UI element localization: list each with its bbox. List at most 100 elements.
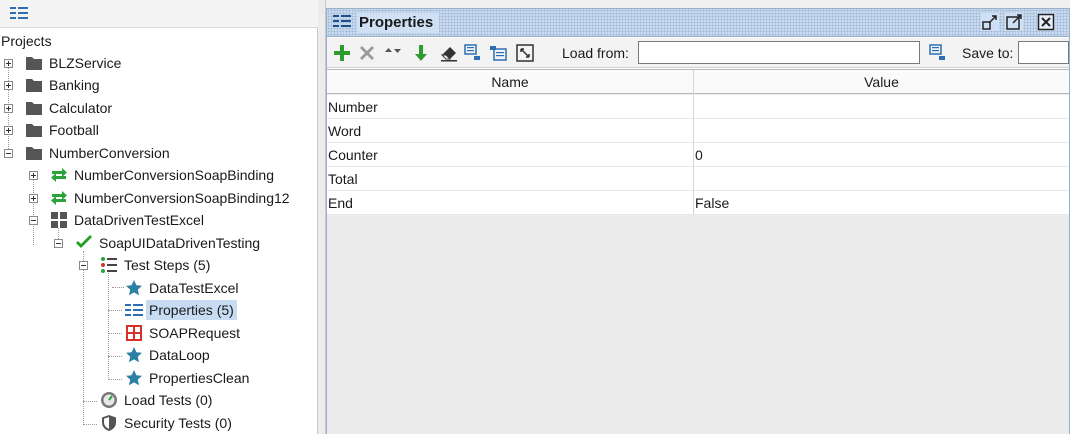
column-divider	[693, 70, 694, 215]
star-icon	[125, 279, 143, 297]
save-to-label: Save to:	[962, 45, 1014, 61]
tree-root-projects[interactable]: Projects	[0, 31, 120, 51]
tree-item-security-tests[interactable]: Security Tests (0)	[0, 413, 260, 433]
tree-item-label: DataTestExcel	[149, 280, 239, 296]
expand-icon[interactable]	[4, 59, 13, 68]
property-value-cell[interactable]	[694, 167, 1069, 191]
tree-item-step-datatestexcel[interactable]: DataTestExcel	[0, 278, 260, 298]
panel-title: Properties	[357, 13, 440, 33]
tree-item-step-propertiesclean[interactable]: PropertiesClean	[0, 368, 260, 388]
remove-property-icon[interactable]	[357, 43, 377, 63]
soap-request-icon	[125, 324, 143, 342]
expand-icon[interactable]	[4, 126, 13, 135]
browse-file-icon[interactable]	[928, 43, 948, 63]
gauge-icon	[100, 391, 118, 409]
tree-item-interface-soapbinding12[interactable]: NumberConversionSoapBinding12	[0, 188, 312, 208]
property-value-cell[interactable]	[694, 95, 1069, 119]
minimize-window-icon[interactable]	[981, 13, 999, 31]
expand-icon[interactable]	[4, 81, 13, 90]
tree-item-label: Properties (5)	[146, 300, 237, 320]
property-name-cell[interactable]: Total	[327, 167, 692, 191]
tree-item-label: DataDrivenTestExcel	[74, 212, 204, 228]
navigator-toolbar	[0, 0, 318, 28]
tree-item-load-tests[interactable]: Load Tests (0)	[0, 390, 260, 410]
tree-item-label: NumberConversion	[49, 145, 170, 161]
folder-icon	[25, 99, 43, 117]
tree-item-label: Test Steps (5)	[124, 257, 211, 273]
property-value-cell[interactable]: False	[694, 191, 1069, 215]
project-tree: Projects BLZService Banking Calculator F…	[0, 30, 318, 434]
property-name-cell[interactable]: End	[327, 191, 692, 215]
table-row[interactable]: Word	[327, 119, 1069, 143]
tree-item-label: Calculator	[49, 100, 113, 116]
move-up-down-icon[interactable]	[383, 43, 403, 63]
checkmark-icon	[75, 234, 93, 252]
star-icon	[125, 369, 143, 387]
tree-item-calculator[interactable]: Calculator	[0, 98, 260, 118]
save-to-input[interactable]	[1018, 41, 1069, 64]
load-from-label: Load from:	[562, 45, 629, 61]
sort-down-arrow-icon[interactable]	[411, 43, 431, 63]
properties-table: Name Value Number Word Counter 0 Total E…	[327, 69, 1069, 434]
tree-item-label: Load Tests (0)	[124, 392, 213, 408]
tree-item-label: BLZService	[49, 55, 122, 71]
properties-toolbar: Load from: Save to:	[327, 38, 1069, 68]
navigator-panel: Projects BLZService Banking Calculator F…	[0, 0, 318, 434]
tree-item-blzservice[interactable]: BLZService	[0, 53, 260, 73]
tree-item-label: NumberConversionSoapBinding	[74, 167, 275, 183]
column-header-value[interactable]: Value	[693, 70, 1069, 94]
folder-icon	[25, 54, 43, 72]
clear-values-eraser-icon[interactable]	[439, 43, 459, 63]
expand-icon[interactable]	[4, 104, 13, 113]
collapse-icon[interactable]	[54, 239, 63, 248]
properties-list-icon[interactable]	[10, 6, 28, 23]
tree-item-step-properties[interactable]: Properties (5)	[0, 300, 260, 320]
collapse-icon[interactable]	[29, 216, 38, 225]
expand-icon[interactable]	[29, 171, 38, 180]
tree-item-numberconversion[interactable]: NumberConversion	[0, 143, 260, 163]
properties-list-icon	[333, 14, 351, 31]
load-properties-icon[interactable]	[463, 43, 483, 63]
table-row[interactable]: Total	[327, 167, 1069, 191]
close-window-icon[interactable]	[1037, 13, 1055, 31]
tree-item-step-soaprequest[interactable]: SOAPRequest	[0, 323, 260, 343]
panel-splitter[interactable]	[318, 0, 326, 434]
table-row[interactable]: End False	[327, 191, 1069, 215]
property-value-cell[interactable]: 0	[694, 143, 1069, 167]
interface-arrows-icon	[50, 166, 68, 184]
fullscreen-icon[interactable]	[515, 43, 535, 63]
tree-item-testcase[interactable]: SoapUIDataDrivenTesting	[0, 233, 280, 253]
tree-item-testsuite[interactable]: DataDrivenTestExcel	[0, 210, 260, 230]
collapse-icon[interactable]	[4, 149, 13, 158]
interface-arrows-icon	[50, 189, 68, 207]
tree-item-interface-soapbinding[interactable]: NumberConversionSoapBinding	[0, 165, 310, 185]
table-row[interactable]: Number	[327, 95, 1069, 119]
panel-title-bar: Properties	[327, 9, 1069, 37]
load-from-input[interactable]	[638, 41, 920, 64]
test-suite-grid-icon	[50, 211, 68, 229]
star-icon	[125, 346, 143, 364]
tree-item-test-steps[interactable]: Test Steps (5)	[0, 255, 240, 275]
table-row[interactable]: Counter 0	[327, 143, 1069, 167]
property-name-cell[interactable]: Number	[327, 95, 692, 119]
expand-icon[interactable]	[29, 194, 38, 203]
property-name-cell[interactable]: Word	[327, 119, 692, 143]
tree-item-label: Football	[49, 122, 99, 138]
add-property-icon[interactable]	[332, 43, 352, 63]
tree-item-step-dataloop[interactable]: DataLoop	[0, 345, 260, 365]
tree-item-banking[interactable]: Banking	[0, 75, 260, 95]
collapse-icon[interactable]	[79, 261, 88, 270]
save-properties-icon[interactable]	[488, 43, 508, 63]
test-steps-list-icon	[100, 256, 118, 274]
tree-item-label: Security Tests (0)	[124, 415, 232, 431]
property-name-cell[interactable]: Counter	[327, 143, 692, 167]
folder-icon	[25, 76, 43, 94]
column-header-name[interactable]: Name	[327, 70, 693, 94]
property-value-cell[interactable]	[694, 119, 1069, 143]
tree-item-football[interactable]: Football	[0, 120, 260, 140]
tree-item-label: Banking	[49, 77, 100, 93]
tree-root-label: Projects	[1, 33, 52, 49]
maximize-window-icon[interactable]	[1005, 13, 1023, 31]
tree-item-label: PropertiesClean	[149, 370, 250, 386]
folder-icon	[25, 144, 43, 162]
